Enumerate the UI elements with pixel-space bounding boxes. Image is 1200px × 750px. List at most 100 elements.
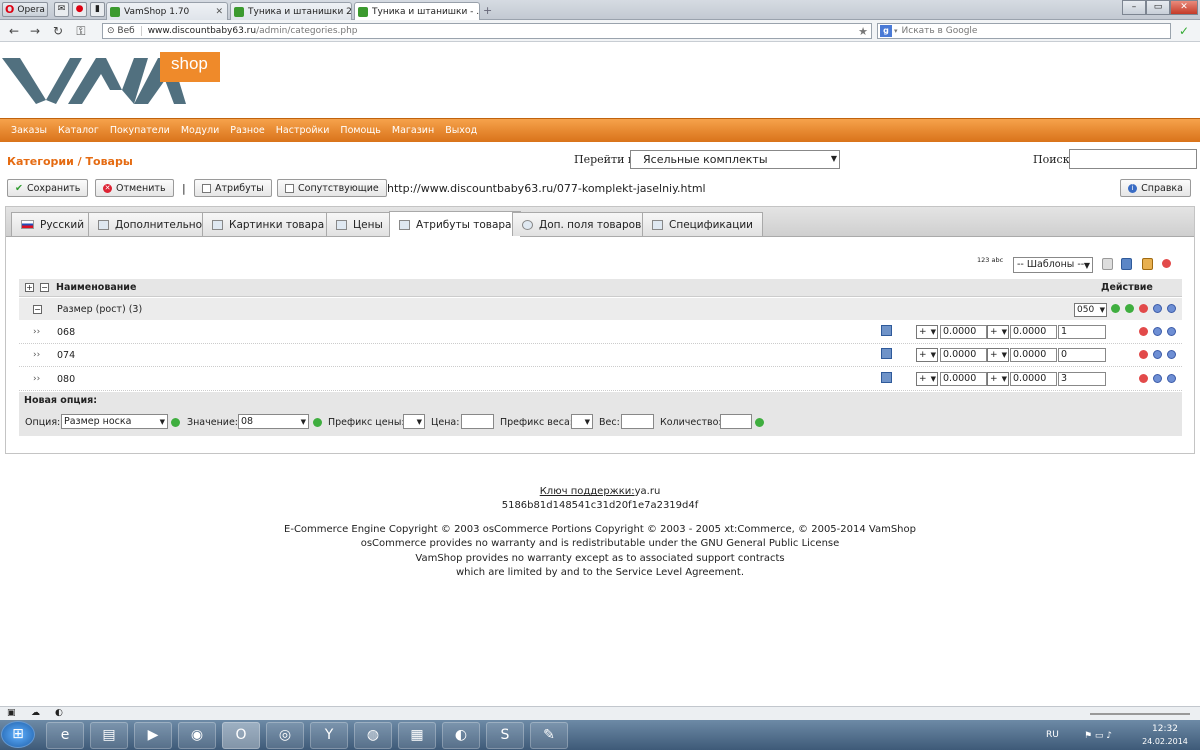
chrome-icon[interactable]: ◉ (178, 722, 216, 749)
move-up-icon[interactable] (1153, 304, 1162, 313)
close-tab-icon[interactable]: ✕ (211, 7, 223, 17)
tab-attributes[interactable]: Атрибуты товара (389, 211, 522, 237)
browser-icon[interactable]: ◐ (442, 722, 480, 749)
mail-icon[interactable]: ✉ (54, 2, 69, 17)
price-prefix-select[interactable]: + ▼ (916, 325, 938, 339)
price-prefix-select[interactable]: + ▼ (916, 372, 938, 386)
collapse-all-icon[interactable]: − (40, 283, 49, 292)
sort-toggle[interactable]: 123 abc (977, 256, 1003, 264)
add-icon[interactable] (1125, 304, 1134, 313)
menu-misc[interactable]: Разное (230, 125, 264, 136)
add-option-icon[interactable] (171, 418, 180, 427)
image-icon[interactable] (881, 372, 892, 383)
weight-prefix-select[interactable]: + ▼ (987, 325, 1009, 339)
group-sort-select[interactable]: 050 ▼ (1074, 303, 1107, 317)
move-up-icon[interactable] (1153, 350, 1162, 359)
dropdown-arrow-icon[interactable]: ▾ (894, 27, 898, 35)
paint-icon[interactable]: ✎ (530, 722, 568, 749)
yandex-icon[interactable]: Y (310, 722, 348, 749)
price-prefix-select[interactable]: ▼ (403, 414, 425, 429)
support-link[interactable]: ya.ru (635, 486, 661, 497)
add-value-icon[interactable] (313, 418, 322, 427)
maximize-icon[interactable]: ▭ (1146, 0, 1170, 15)
quantity-input[interactable]: 1 (1058, 325, 1106, 339)
move-down-icon[interactable] (1167, 327, 1176, 336)
weight-input[interactable]: 0.0000 (1010, 325, 1057, 339)
quantity-input[interactable]: 3 (1058, 372, 1106, 386)
option-select[interactable]: Размер носка ▼ (61, 414, 168, 429)
tab-images[interactable]: Картинки товара (202, 212, 335, 236)
weight-prefix-select[interactable]: ▼ (571, 414, 593, 429)
folder-icon[interactable]: ▤ (90, 722, 128, 749)
minimize-icon[interactable]: – (1122, 0, 1146, 15)
close-window-icon[interactable]: ✕ (1170, 0, 1198, 15)
app-icon[interactable]: ◎ (266, 722, 304, 749)
trash-icon[interactable]: ▮ (90, 2, 105, 17)
delete-icon[interactable] (1139, 304, 1148, 313)
templates-select[interactable]: -- Шаблоны -- ▼ (1013, 257, 1093, 273)
expand-arrow-icon[interactable]: ›› (33, 350, 40, 360)
copy-icon[interactable] (1102, 258, 1113, 270)
tab-extra-fields[interactable]: Доп. поля товаров (512, 212, 652, 236)
weight-input[interactable]: 0.0000 (1010, 372, 1057, 386)
delete-icon[interactable] (1139, 374, 1148, 383)
image-icon[interactable] (881, 348, 892, 359)
collapse-group-icon[interactable]: − (33, 305, 42, 314)
firefox-icon[interactable]: ◍ (354, 722, 392, 749)
language-indicator[interactable]: RU (1046, 730, 1059, 740)
delete-icon[interactable] (1139, 327, 1148, 336)
check-icon[interactable] (1111, 304, 1120, 313)
search-input[interactable] (1069, 149, 1197, 169)
panel-toggle-icon[interactable]: ▣ (7, 708, 16, 718)
speed-dial-icon[interactable]: ● (72, 2, 87, 17)
move-up-icon[interactable] (1153, 374, 1162, 383)
menu-help[interactable]: Помощь (340, 125, 380, 136)
move-down-icon[interactable] (1167, 304, 1176, 313)
quantity-input[interactable] (720, 414, 752, 429)
speed-icon[interactable]: ◐ (55, 708, 63, 718)
back-icon[interactable]: ← (6, 23, 22, 39)
price-input[interactable]: 0.0000 (940, 348, 987, 362)
product-url[interactable]: http://www.discountbaby63.ru/077-komplek… (387, 182, 706, 195)
move-down-icon[interactable] (1167, 374, 1176, 383)
goto-category-select[interactable]: Ясельные комплекты ▼ (630, 150, 840, 169)
menu-modules[interactable]: Модули (181, 125, 219, 136)
move-up-icon[interactable] (1153, 327, 1162, 336)
image-icon[interactable] (881, 325, 892, 336)
quantity-input[interactable]: 0 (1058, 348, 1106, 362)
attributes-button[interactable]: Атрибуты (194, 179, 272, 197)
ie-icon[interactable]: e (46, 722, 84, 749)
weight-prefix-select[interactable]: + ▼ (987, 348, 1009, 362)
key-icon[interactable]: ⚿ (73, 23, 89, 39)
new-tab-icon[interactable]: + (483, 4, 492, 17)
price-input[interactable]: 0.0000 (940, 325, 987, 339)
delete-icon[interactable] (1162, 259, 1171, 268)
address-bar[interactable]: ⊙ Веб www.discountbaby63.ru/admin/catego… (102, 23, 872, 39)
price-input[interactable] (461, 414, 494, 429)
tab-tunika-2[interactable]: Туника и штанишки - ... ✕ (354, 2, 480, 20)
calculator-icon[interactable]: ▦ (398, 722, 436, 749)
move-down-icon[interactable] (1167, 350, 1176, 359)
media-icon[interactable]: ▶ (134, 722, 172, 749)
menu-orders[interactable]: Заказы (11, 125, 47, 136)
tab-additional[interactable]: Дополнительно (88, 212, 213, 236)
edit-icon[interactable] (1142, 258, 1153, 270)
opera-taskbar-icon[interactable]: O (222, 722, 260, 749)
tab-vamshop[interactable]: VamShop 1.70 ✕ (106, 2, 228, 20)
tab-tunika-1[interactable]: Туника и штанишки 2... ✕ (230, 2, 352, 20)
tab-specifications[interactable]: Спецификации (642, 212, 763, 236)
cancel-button[interactable]: ✕ Отменить (95, 179, 174, 197)
save-button[interactable]: ✔ Сохранить (7, 179, 89, 197)
tray-icons[interactable]: ⚑ ▭ ♪ (1084, 731, 1112, 741)
cloud-icon[interactable]: ☁ (31, 708, 40, 718)
zoom-slider[interactable] (1090, 713, 1190, 715)
price-prefix-select[interactable]: + ▼ (916, 348, 938, 362)
menu-settings[interactable]: Настройки (276, 125, 330, 136)
reload-icon[interactable]: ↻ (50, 23, 66, 39)
expand-arrow-icon[interactable]: ›› (33, 327, 40, 337)
delete-icon[interactable] (1139, 350, 1148, 359)
bookmark-star-icon[interactable]: ★ (858, 25, 868, 38)
browser-search-input[interactable]: g ▾ Искать в Google (877, 23, 1171, 39)
save-icon[interactable] (1121, 258, 1132, 270)
menu-catalog[interactable]: Каталог (58, 125, 99, 136)
